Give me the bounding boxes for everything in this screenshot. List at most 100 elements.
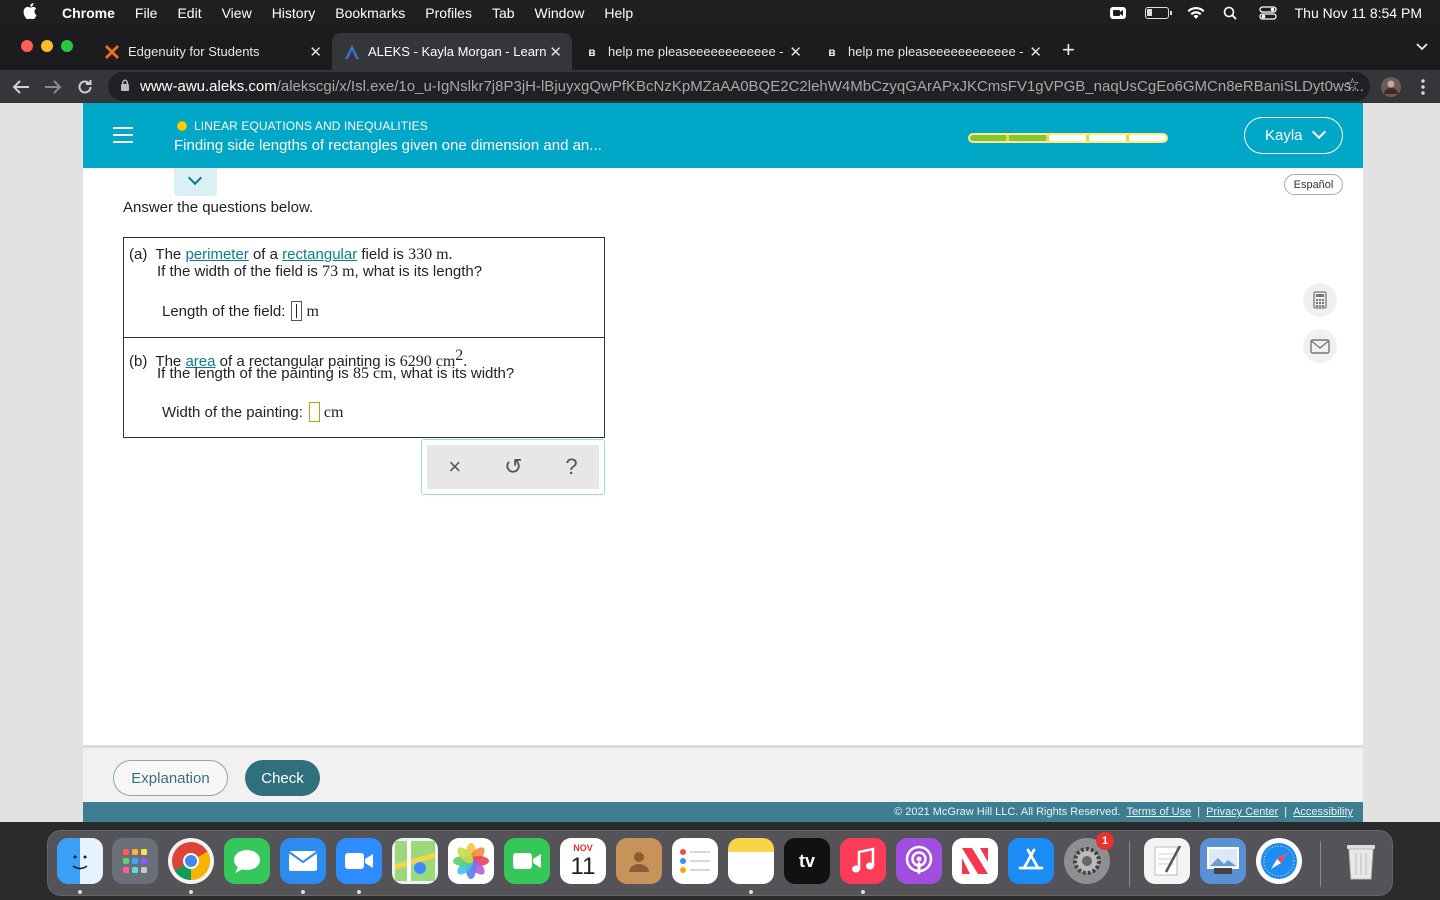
lesson-progress-bar xyxy=(968,133,1168,143)
answer-unit: m xyxy=(306,303,319,320)
menu-edit[interactable]: Edit xyxy=(177,5,201,21)
music-icon[interactable] xyxy=(840,838,886,884)
tab-aleks[interactable]: ALEKS - Kayla Morgan - Learn ✕ xyxy=(332,33,572,70)
profile-avatar[interactable] xyxy=(1378,74,1404,100)
textedit-icon[interactable] xyxy=(1144,838,1190,884)
tab-close-icon[interactable]: ✕ xyxy=(1029,43,1042,61)
apple-menu-icon[interactable] xyxy=(20,2,40,23)
privacy-center-link[interactable]: Privacy Center xyxy=(1206,806,1278,818)
length-answer-input[interactable] xyxy=(291,301,303,321)
user-name: Kayla xyxy=(1265,127,1303,144)
bookmark-star-icon[interactable]: ☆ xyxy=(1345,75,1360,95)
part-label: (a) xyxy=(129,246,148,263)
tab-search-chevron-icon[interactable] xyxy=(1416,39,1428,54)
tab-close-icon[interactable]: ✕ xyxy=(549,43,562,61)
window-zoom-button[interactable] xyxy=(61,40,73,52)
notification-badge: 1 xyxy=(1096,832,1114,850)
chrome-toolbar: www-awu.aleks.com /alekscgi/x/Isl.exe/1o… xyxy=(0,70,1440,103)
menu-bookmarks[interactable]: Bookmarks xyxy=(335,5,405,21)
photos-icon[interactable] xyxy=(448,838,494,884)
text: The xyxy=(155,246,186,263)
user-menu-button[interactable]: Kayla xyxy=(1244,117,1343,154)
undo-icon[interactable]: ↺ xyxy=(504,454,522,480)
reminders-icon[interactable] xyxy=(672,838,718,884)
zoom-status-icon[interactable] xyxy=(1109,6,1127,20)
menu-tab[interactable]: Tab xyxy=(492,5,515,21)
preview-icon[interactable] xyxy=(1200,838,1246,884)
tab-edgenuity[interactable]: Edgenuity for Students ✕ xyxy=(92,33,332,70)
control-center-icon[interactable] xyxy=(1258,5,1277,20)
header-expand-toggle[interactable] xyxy=(174,168,217,196)
rectangular-link[interactable]: rectangular xyxy=(282,246,357,263)
calculator-icon[interactable] xyxy=(1303,283,1337,317)
app-store-icon[interactable] xyxy=(1008,838,1054,884)
maps-icon[interactable] xyxy=(392,838,438,884)
facetime-icon[interactable] xyxy=(504,838,550,884)
menu-history[interactable]: History xyxy=(272,5,316,21)
progress-segment-divider xyxy=(1126,135,1129,141)
chrome-icon[interactable] xyxy=(168,838,214,884)
menu-file[interactable]: File xyxy=(135,5,158,21)
safari-icon[interactable] xyxy=(1256,838,1302,884)
apple-tv-icon[interactable]: tv xyxy=(784,838,830,884)
reload-icon[interactable] xyxy=(72,74,98,100)
battery-icon[interactable] xyxy=(1144,6,1172,19)
calendar-day: 11 xyxy=(570,853,596,880)
part-b-line-2: If the length of the painting is 85 cm, … xyxy=(157,365,514,383)
zoom-app-icon[interactable] xyxy=(336,838,382,884)
menu-help[interactable]: Help xyxy=(604,5,633,21)
tab-close-icon[interactable]: ✕ xyxy=(789,43,802,61)
progress-fill xyxy=(970,135,1049,141)
menu-window[interactable]: Window xyxy=(535,5,585,21)
system-preferences-icon[interactable]: 1 xyxy=(1064,832,1114,884)
launchpad-icon[interactable] xyxy=(112,838,158,884)
menu-app-chrome[interactable]: Chrome xyxy=(62,5,115,21)
answer-label: Width of the painting: xyxy=(162,404,303,421)
podcasts-icon[interactable] xyxy=(896,838,942,884)
spotlight-search-icon[interactable] xyxy=(1223,6,1241,20)
mail-icon[interactable] xyxy=(1303,329,1337,363)
tab-brainly-2[interactable]: ʙ help me pleaseeeeeeeeeeee - ✕ xyxy=(812,33,1052,70)
terms-of-use-link[interactable]: Terms of Use xyxy=(1126,806,1191,818)
url-path: /alekscgi/x/Isl.exe/1o_u-IgNslkr7j8P3jH-… xyxy=(276,78,1364,95)
check-button[interactable]: Check xyxy=(245,760,320,796)
part-b-answer-row: Width of the painting: cm xyxy=(162,402,343,422)
address-bar[interactable]: www-awu.aleks.com /alekscgi/x/Isl.exe/1o… xyxy=(108,72,1370,101)
aleks-favicon-icon xyxy=(344,44,360,60)
menubar-clock[interactable]: Thu Nov 11 8:54 PM xyxy=(1295,5,1422,21)
menu-profiles[interactable]: Profiles xyxy=(425,5,472,21)
tab-brainly-1[interactable]: ʙ help me pleaseeeeeeeeeeee - ✕ xyxy=(572,33,812,70)
forward-arrow-icon[interactable] xyxy=(40,74,66,100)
tab-close-icon[interactable]: ✕ xyxy=(309,43,322,61)
help-question-icon[interactable]: ? xyxy=(565,454,577,480)
clear-x-icon[interactable]: × xyxy=(448,454,461,480)
notes-icon[interactable] xyxy=(728,838,774,884)
window-close-button[interactable] xyxy=(21,40,33,52)
lock-icon[interactable] xyxy=(120,79,130,95)
copyright-text: © 2021 McGraw Hill LLC. All Rights Reser… xyxy=(894,806,1121,818)
finder-icon[interactable] xyxy=(57,838,103,884)
trash-icon[interactable] xyxy=(1338,838,1384,884)
mail-app-icon[interactable] xyxy=(280,838,326,884)
news-icon[interactable] xyxy=(952,838,998,884)
accessibility-link[interactable]: Accessibility xyxy=(1293,806,1353,818)
menu-view[interactable]: View xyxy=(222,5,252,21)
chrome-menu-icon[interactable] xyxy=(1410,74,1436,100)
back-arrow-icon[interactable] xyxy=(8,74,34,100)
espanol-button[interactable]: Español xyxy=(1284,174,1343,195)
hamburger-menu-icon[interactable] xyxy=(113,127,133,143)
explanation-button[interactable]: Explanation xyxy=(113,760,228,796)
new-tab-plus-icon[interactable]: + xyxy=(1062,37,1075,63)
running-indicator xyxy=(189,890,193,894)
chrome-tab-strip: Edgenuity for Students ✕ ALEKS - Kayla M… xyxy=(0,25,1440,70)
contacts-icon[interactable] xyxy=(616,838,662,884)
wifi-icon[interactable] xyxy=(1187,6,1205,20)
calendar-icon[interactable]: NOV 11 xyxy=(560,838,606,884)
width-answer-input[interactable] xyxy=(308,402,320,422)
lesson-title[interactable]: Finding side lengths of rectangles given… xyxy=(174,137,602,154)
question-part-a: (a) The perimeter of a rectangular field… xyxy=(124,238,604,337)
window-minimize-button[interactable] xyxy=(41,40,53,52)
macos-menu-bar: Chrome File Edit View History Bookmarks … xyxy=(0,0,1440,25)
perimeter-link[interactable]: perimeter xyxy=(185,246,248,263)
messages-icon[interactable] xyxy=(224,838,270,884)
